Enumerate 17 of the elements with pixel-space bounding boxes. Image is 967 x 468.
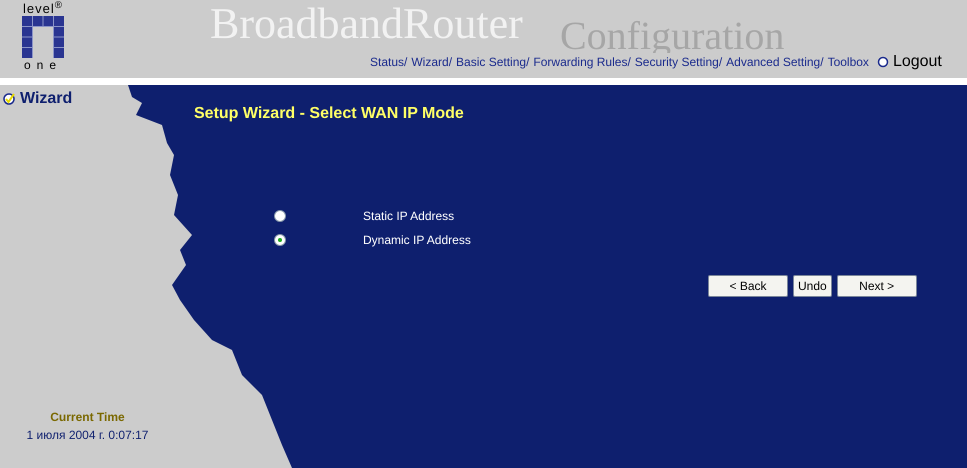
option-label: Dynamic IP Address xyxy=(363,232,471,249)
option-label: Static IP Address xyxy=(363,208,454,225)
wizard-button[interactable]: Next > xyxy=(836,275,917,297)
nav-link[interactable]: Security Setting/ xyxy=(634,53,722,71)
page-title: Setup Wizard - Select WAN IP Mode xyxy=(194,104,465,124)
radio-icon xyxy=(876,56,889,68)
sidebar-item[interactable]: Wizard xyxy=(0,85,122,111)
wizard-button[interactable]: Undo xyxy=(793,275,832,297)
check-icon xyxy=(2,92,16,106)
grid-logo-icon xyxy=(22,16,64,58)
logo-text: one xyxy=(24,58,62,72)
clock-label: Current Time xyxy=(50,409,125,426)
radio-button[interactable] xyxy=(274,210,286,222)
radio-button[interactable] xyxy=(274,234,286,246)
wizard-button[interactable]: < Back xyxy=(708,275,788,297)
logo-text: level$^{®}$ xyxy=(23,2,63,16)
clock-value: 1 июля 2004 г. 0:07:17 xyxy=(26,427,148,444)
